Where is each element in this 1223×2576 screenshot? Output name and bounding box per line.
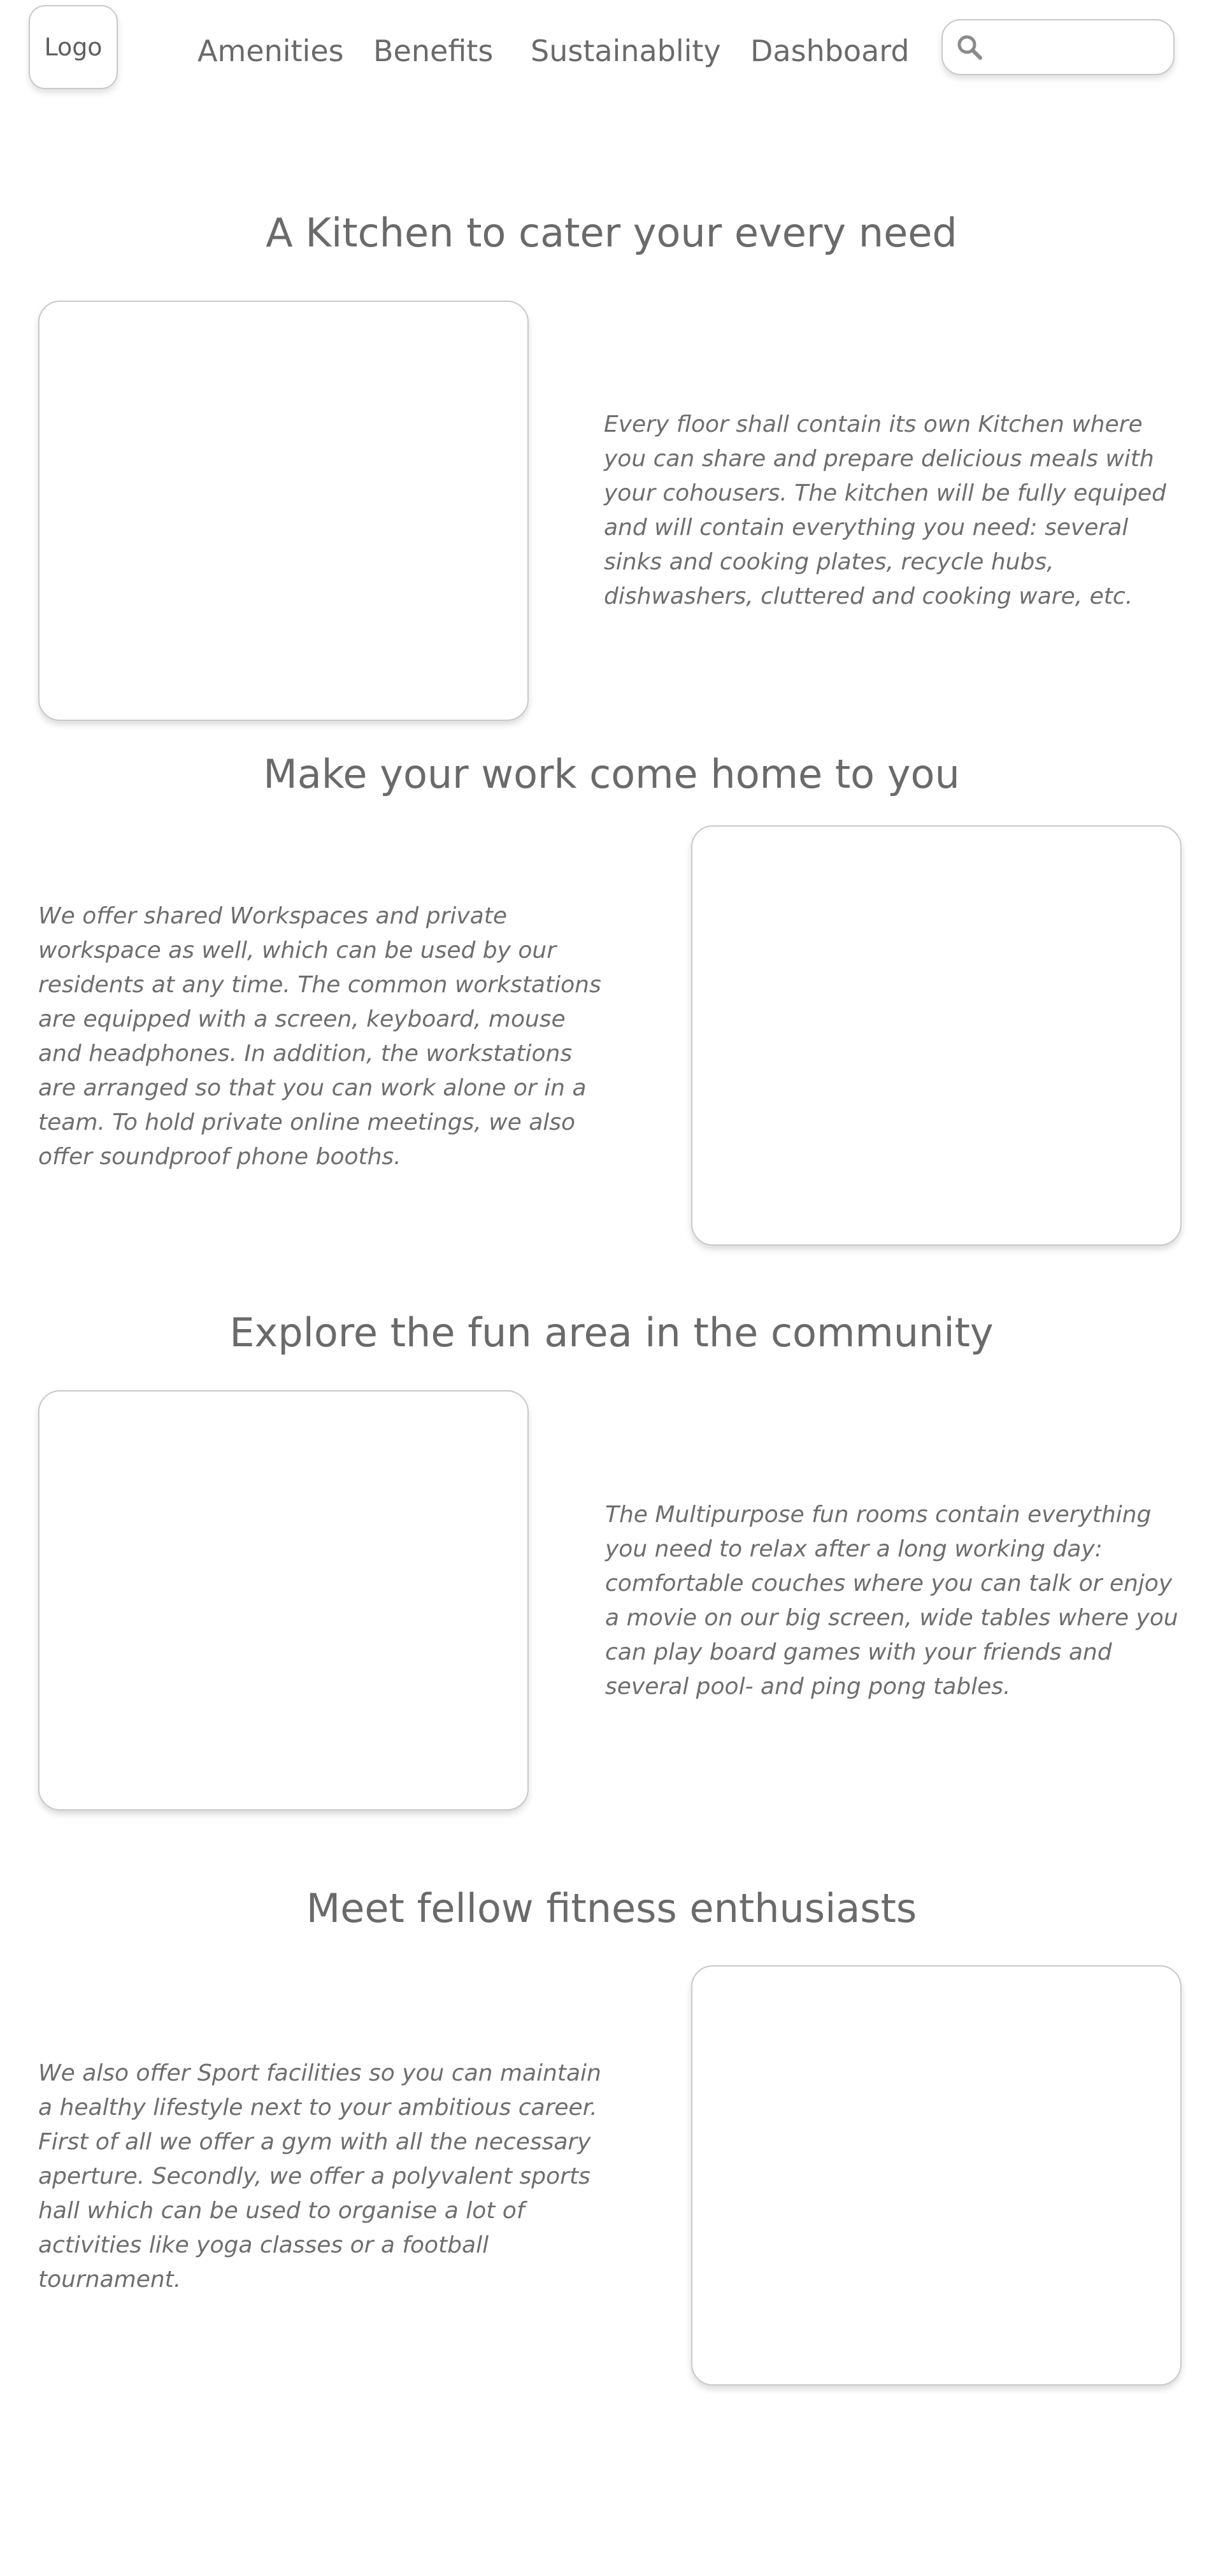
section-title: Explore the fun area in the community bbox=[229, 1309, 994, 1356]
workspace-image bbox=[691, 825, 1182, 1246]
section-title: A Kitchen to cater your every need bbox=[266, 210, 957, 256]
nav-link-dashboard[interactable]: Dashboard bbox=[750, 31, 910, 71]
section-title: Meet fellow fitness enthusiasts bbox=[306, 1885, 917, 1932]
nav-link-amenities[interactable]: Amenities bbox=[197, 31, 344, 71]
fun-area-image bbox=[38, 1390, 529, 1811]
search-box[interactable] bbox=[941, 19, 1175, 75]
fitness-image bbox=[691, 1965, 1182, 2386]
search-icon[interactable] bbox=[955, 33, 983, 61]
nav-link-sustainability[interactable]: Sustainablity bbox=[531, 31, 721, 71]
section-text: We offer shared Workspaces and private w… bbox=[38, 903, 601, 1170]
logo[interactable]: Logo bbox=[29, 5, 118, 89]
search-input[interactable] bbox=[992, 29, 1161, 66]
section-text: We also offer Sport facilities so you ca… bbox=[38, 2060, 601, 2293]
section-text: Every floor shall contain its own Kitche… bbox=[604, 411, 1166, 609]
section-text: The Multipurpose fun rooms contain every… bbox=[605, 1502, 1178, 1700]
section-title: Make your work come home to you bbox=[263, 751, 960, 797]
nav-link-benefits[interactable]: Benefits bbox=[373, 31, 493, 71]
kitchen-image bbox=[38, 301, 529, 721]
